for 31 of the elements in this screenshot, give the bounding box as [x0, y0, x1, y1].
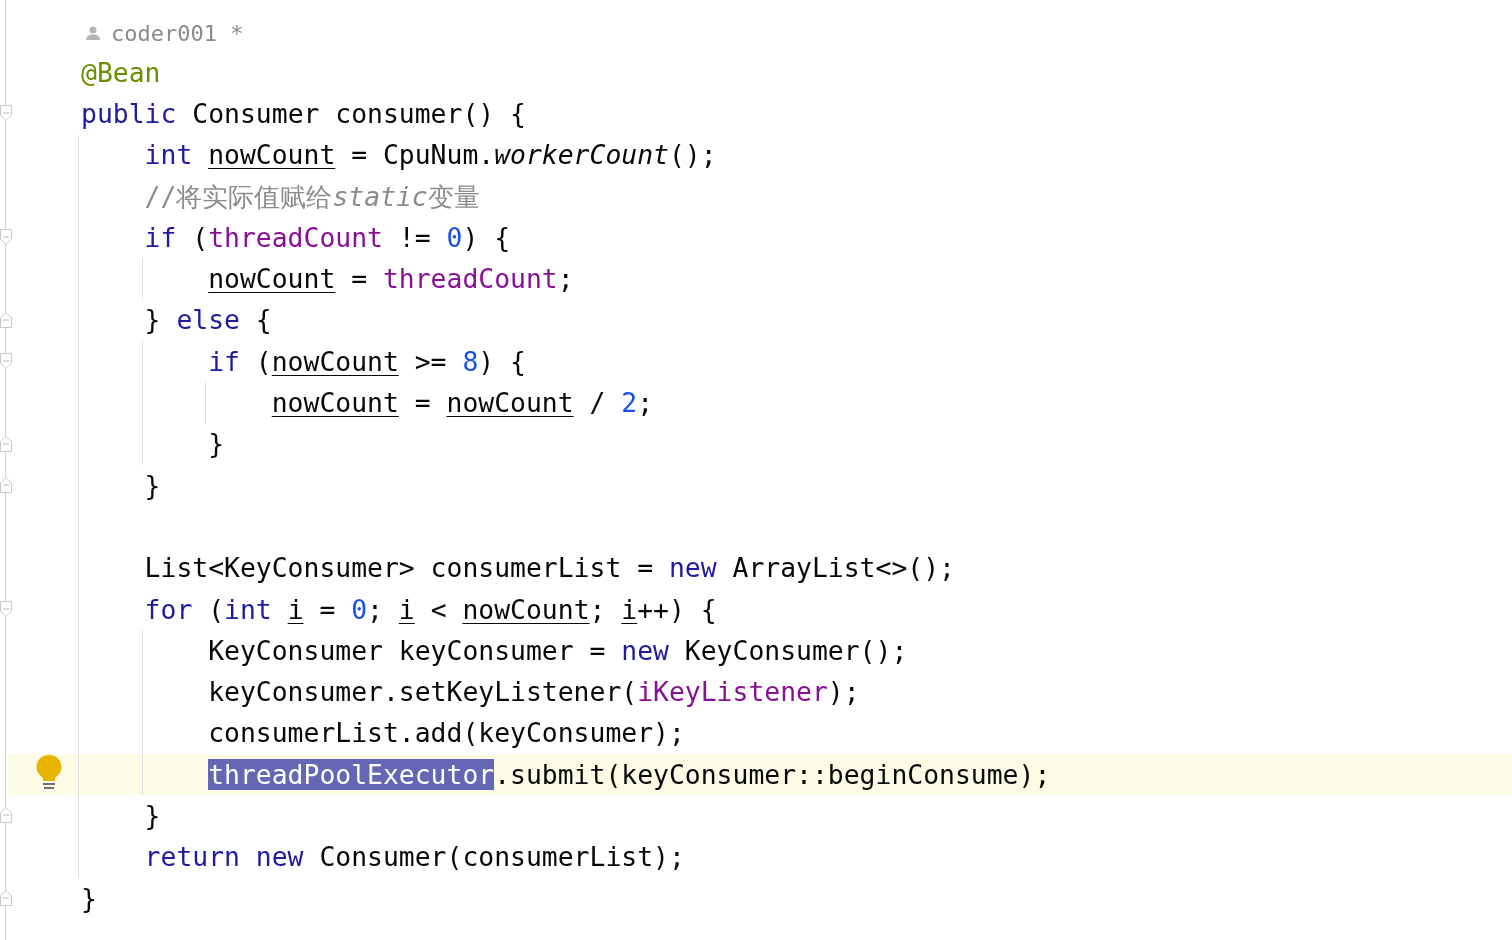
code-line: consumerList.add(keyConsumer); [207, 716, 685, 751]
code-line: if (threadCount != 0) { [143, 220, 511, 255]
code-line: @Bean [80, 55, 161, 90]
fold-marker-icon[interactable] [0, 105, 12, 122]
code-line: KeyConsumer keyConsumer = new KeyConsumer(); [207, 633, 908, 668]
code-line: } [80, 881, 97, 916]
fold-marker-icon[interactable] [0, 311, 12, 328]
person-icon [85, 26, 101, 40]
code-line: } [207, 427, 225, 462]
code-line: } else { [143, 303, 272, 338]
code-line: threadPoolExecutor.submit(keyConsumer::beginConsume); [207, 757, 1051, 792]
code-line: public Consumer consumer() { [80, 96, 526, 131]
code-line: for (int i = 0; i < nowCount; i++) { [143, 592, 717, 627]
fold-marker-icon[interactable] [0, 476, 12, 493]
fold-marker-icon[interactable] [0, 889, 12, 906]
fold-marker-icon[interactable] [0, 807, 12, 824]
fold-marker-icon[interactable] [0, 600, 12, 617]
code-line: nowCount = nowCount / 2; [270, 386, 654, 420]
code-line: return new Consumer(consumerList); [143, 840, 685, 875]
code-line: nowCount = threadCount; [207, 262, 574, 297]
code-line: keyConsumer.setKeyListener(iKeyListener); [207, 675, 860, 710]
code-line: //将实际值赋给static变量 [143, 179, 480, 214]
fold-marker-icon[interactable] [0, 229, 12, 246]
fold-marker-icon[interactable] [0, 353, 12, 370]
author-name: coder001 * [111, 20, 244, 46]
code-line: int nowCount = CpuNum.workerCount(); [143, 138, 717, 173]
code-line: } [143, 799, 161, 833]
fold-marker-icon[interactable] [0, 435, 12, 452]
code-line: if (nowCount >= 8) { [207, 344, 526, 379]
code-line: List<KeyConsumer> consumerList = new ArrayList<>(); [143, 551, 955, 586]
code-line: } [143, 468, 161, 503]
